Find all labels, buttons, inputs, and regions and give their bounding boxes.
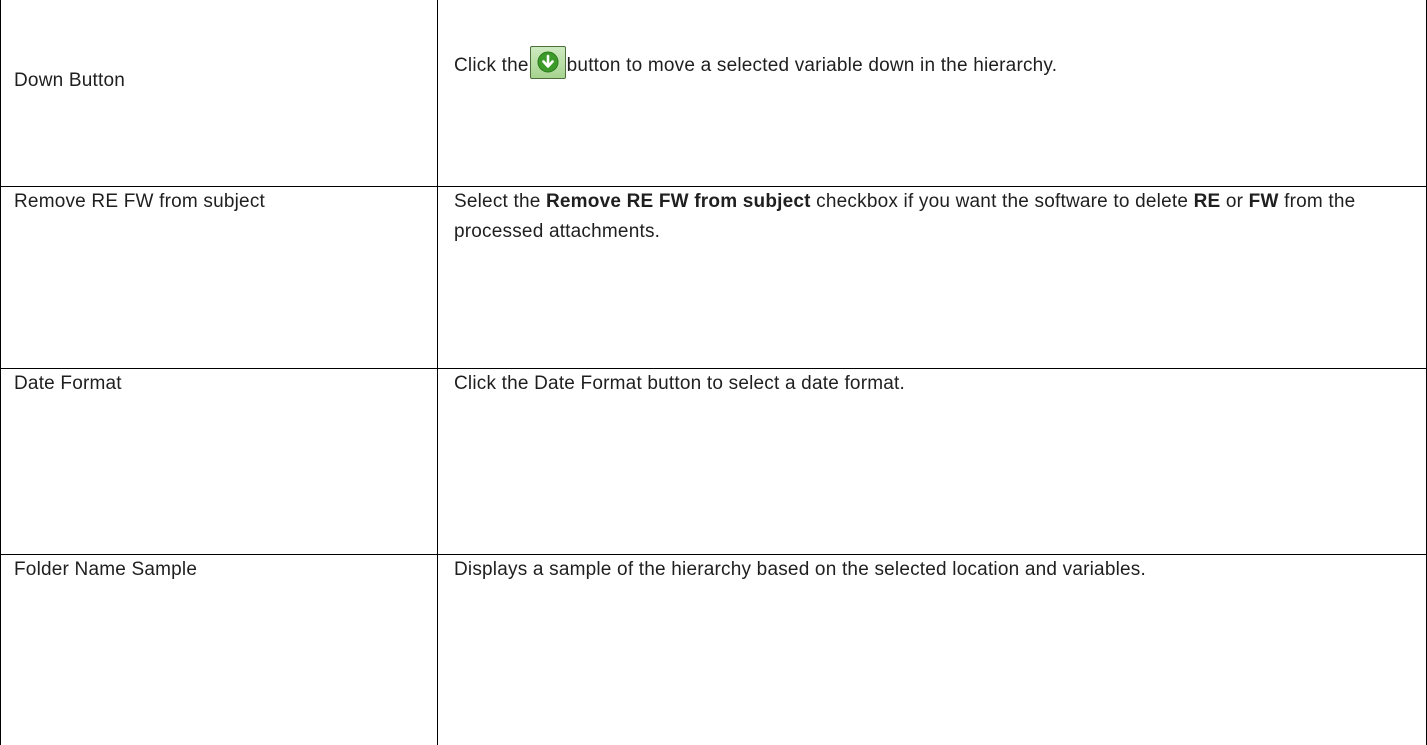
prefix-re-bold: RE [1193, 190, 1221, 212]
description-text: Click the [454, 55, 529, 76]
term-cell: Down Button [0, 0, 438, 187]
description-text: or [1220, 190, 1249, 212]
description-text: Select the [454, 190, 546, 212]
table-row: Remove RE FW from subject Select the Rem… [0, 185, 1427, 369]
green-down-arrow-icon [529, 46, 566, 79]
option-name-bold: Remove RE FW from subject [545, 190, 811, 212]
term-cell: Folder Name Sample [0, 553, 438, 745]
description-cell: Select the Remove RE FW from subject che… [437, 185, 1427, 369]
description-cell: Displays a sample of the hierarchy based… [437, 553, 1427, 745]
prefix-fw-bold: FW [1248, 190, 1279, 212]
term-cell: Remove RE FW from subject [0, 185, 438, 369]
description-cell: Click the button to move a selected varia… [437, 0, 1427, 187]
description-text: checkbox if you want the software to del… [810, 190, 1194, 212]
table-row: Down Button Click the button to move a se… [0, 0, 1427, 187]
definition-table: Down Button Click the button to move a se… [0, 0, 1427, 745]
term-cell: Date Format [0, 367, 438, 555]
description-cell: Click the Date Format button to select a… [437, 367, 1427, 555]
table-row: Date Format Click the Date Format button… [0, 367, 1427, 555]
description-text: button to move a selected variable down … [566, 55, 1058, 76]
table-row: Folder Name Sample Displays a sample of … [0, 553, 1427, 745]
